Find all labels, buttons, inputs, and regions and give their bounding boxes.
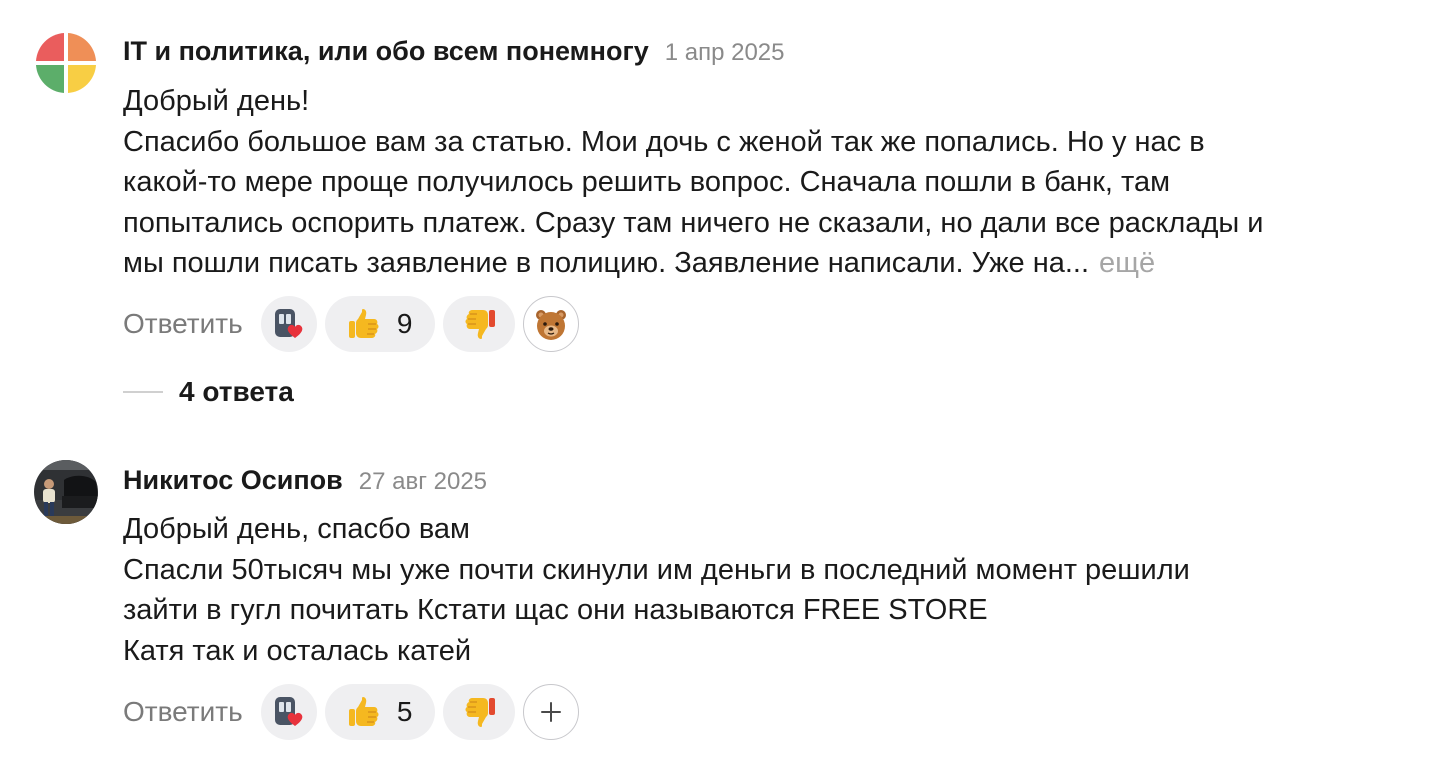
thumbs-up-icon (348, 309, 379, 338)
comment-header: IT и политика, или обо всем понемногу 1 … (123, 36, 785, 67)
comment-header: Никитос Осипов 27 авг 2025 (123, 465, 487, 496)
replies-count: 4 ответа (179, 376, 294, 407)
thumbs-down-icon (465, 698, 495, 727)
comment-line: какой-то мере проще получилось решить во… (123, 166, 1171, 198)
comment-line: попытались оспорить платеж. Сразу там ни… (123, 206, 1264, 239)
comment-date: 27 авг 2025 (358, 468, 488, 495)
thumbs-up-icon (348, 697, 379, 726)
dislike-button[interactable] (442, 684, 515, 740)
comment-actions: Ответить 9 (123, 296, 587, 352)
bear-face-icon (535, 310, 566, 340)
author-name[interactable]: Никитос Осипов (123, 465, 343, 496)
comment-date: 1 апр 2025 (664, 39, 785, 66)
author-avatar[interactable] (34, 31, 98, 95)
comment-line: Добрый день, спасбо вам (123, 513, 470, 545)
reply-button[interactable]: Ответить (123, 308, 243, 340)
comment-text: Добрый день, спасбо вам Спасли 50тысяч м… (123, 509, 1413, 671)
comment-line-last: мы пошли писать заявление в полицию. Зая… (123, 243, 1413, 284)
author-name[interactable]: IT и политика, или обо всем понемногу (123, 36, 649, 67)
comment-actions: Ответить 5 (123, 684, 587, 740)
comment-line: зайти в гугл почитать Кстати щас они наз… (123, 594, 988, 626)
comment-line: Спасибо большое вам за статью. Мои дочь … (123, 125, 1205, 158)
user-photo-icon (34, 460, 98, 524)
like-button[interactable]: 9 (324, 296, 435, 352)
comment-line: Спасли 50тысяч мы уже почти скинули им д… (123, 553, 1190, 586)
author-avatar[interactable] (34, 460, 98, 524)
phone-heart-icon (274, 309, 303, 338)
dislike-button[interactable] (442, 296, 515, 352)
like-button[interactable]: 5 (324, 684, 435, 740)
comment-line: Катя так и осталась катей (123, 634, 472, 667)
comment-line: Добрый день! (123, 85, 310, 117)
phone-heart-icon (274, 697, 303, 726)
like-count: 5 (396, 696, 413, 727)
add-reaction-button[interactable] (522, 684, 579, 740)
pinwheel-avatar-icon (34, 31, 98, 95)
comment-line: мы пошли писать заявление в полицию. Зая… (123, 247, 1090, 279)
reaction-phone-heart[interactable] (260, 684, 317, 740)
like-count: 9 (396, 308, 413, 339)
show-more-link[interactable]: ещё (1099, 247, 1155, 279)
show-replies-button[interactable]: 4 ответа (123, 376, 294, 408)
reply-button[interactable]: Ответить (123, 696, 243, 728)
plus-icon (540, 702, 561, 722)
reaction-phone-heart[interactable] (260, 296, 317, 352)
replies-divider (123, 391, 163, 393)
thumbs-down-icon (465, 310, 495, 339)
comment-text: Добрый день! Спасибо большое вам за стат… (123, 81, 1413, 284)
reaction-bear[interactable] (522, 296, 579, 352)
